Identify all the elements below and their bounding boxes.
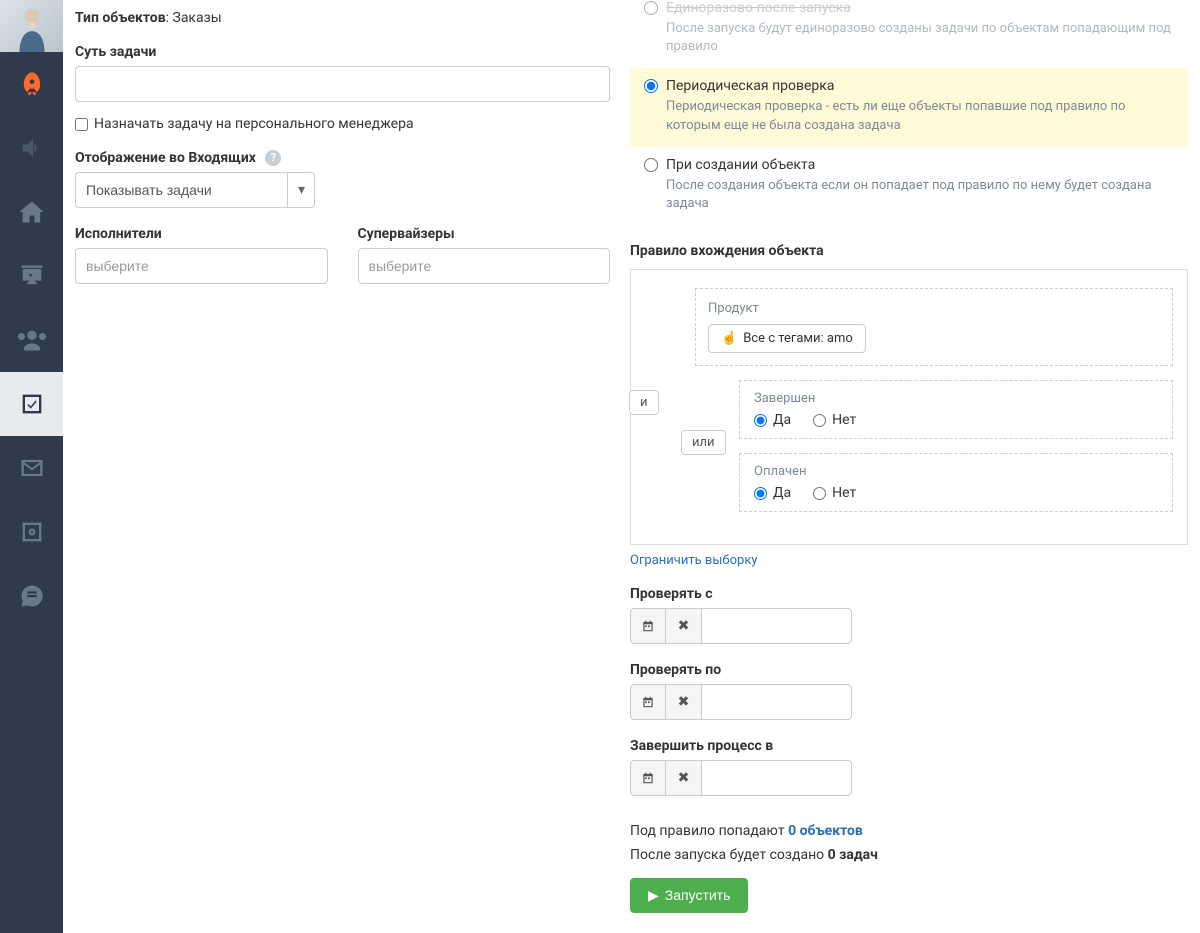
rule-product-block: Продукт ☝ Все с тегами: amo	[695, 288, 1173, 366]
supervisors-label: Супервайзеры	[358, 226, 611, 242]
objects-count-link[interactable]: 0 объектов	[788, 823, 863, 839]
rule-completed-block: Завершен Да Нет	[739, 380, 1173, 439]
option-oncreate[interactable]: При создании объекта После создания объе…	[630, 147, 1188, 225]
option-once[interactable]: Единоразово после запуска После запуска …	[630, 0, 1188, 68]
connector-or[interactable]: или	[681, 430, 726, 455]
assign-personal-checkbox[interactable]	[75, 118, 88, 131]
assign-personal-label: Назначать задачу на персонального менедж…	[94, 116, 414, 132]
nav-mail[interactable]	[0, 436, 63, 500]
essence-label: Суть задачи	[75, 44, 610, 60]
home-icon	[18, 198, 46, 226]
check-from-input[interactable]	[702, 608, 852, 644]
rocket-icon	[18, 70, 46, 98]
hand-cursor-icon: ☝	[721, 331, 737, 346]
rule-heading: Правило вхождения объекта	[630, 243, 1188, 259]
product-label: Продукт	[708, 301, 1160, 316]
calendar-icon[interactable]	[630, 760, 666, 796]
inbox-display-select[interactable]	[75, 172, 315, 208]
essence-input[interactable]	[75, 66, 610, 102]
chat-icon	[18, 582, 46, 610]
clear-date-icon[interactable]: ✖	[666, 608, 702, 644]
check-to-input[interactable]	[702, 684, 852, 720]
completed-label: Завершен	[754, 391, 1158, 406]
completed-no[interactable]: Нет	[813, 412, 856, 428]
check-from-row: ✖	[630, 608, 1188, 644]
clear-date-icon[interactable]: ✖	[666, 684, 702, 720]
nav-tasks[interactable]	[0, 372, 63, 436]
avatar[interactable]	[0, 0, 63, 52]
right-column: Единоразово после запуска После запуска …	[630, 0, 1188, 913]
completed-yes[interactable]: Да	[754, 412, 791, 428]
object-type-label: Тип объектов	[75, 10, 166, 26]
executors-label: Исполнители	[75, 226, 328, 242]
paid-label: Оплачен	[754, 464, 1158, 479]
help-icon[interactable]: ?	[265, 150, 281, 166]
nav-chat[interactable]	[0, 564, 63, 628]
check-to-label: Проверять по	[630, 662, 1188, 678]
finish-input[interactable]	[702, 760, 852, 796]
nav-safe[interactable]	[0, 500, 63, 564]
limit-selection-link[interactable]: Ограничить выборку	[630, 553, 758, 568]
safe-icon	[18, 518, 46, 546]
executors-input[interactable]	[75, 248, 328, 284]
check-to-row: ✖	[630, 684, 1188, 720]
inbox-display-label: Отображение во Входящих ?	[75, 150, 610, 166]
radio-once[interactable]	[644, 1, 658, 15]
mail-icon	[18, 454, 46, 482]
object-type-value: Заказы	[173, 10, 222, 26]
radio-periodic[interactable]	[644, 79, 658, 93]
play-icon: ▶	[648, 887, 659, 904]
finish-label: Завершить процесс в	[630, 738, 1188, 754]
paid-no[interactable]: Нет	[813, 485, 856, 501]
tasks-count: 0 задач	[828, 847, 878, 863]
connector-and[interactable]: и	[629, 390, 659, 415]
volume-icon	[18, 134, 46, 162]
option-periodic[interactable]: Периодическая проверка Периодическая про…	[630, 68, 1188, 146]
calendar-icon[interactable]	[630, 684, 666, 720]
summary: Под правило попадают 0 объектов После за…	[630, 820, 1188, 868]
check-from-label: Проверять с	[630, 586, 1188, 602]
clear-date-icon[interactable]: ✖	[666, 760, 702, 796]
finish-row: ✖	[630, 760, 1188, 796]
nav-presentation[interactable]	[0, 244, 63, 308]
users-icon	[18, 326, 46, 354]
rule-paid-block: Оплачен Да Нет	[739, 453, 1173, 512]
supervisors-input[interactable]	[358, 248, 611, 284]
product-tag-button[interactable]: ☝ Все с тегами: amo	[708, 324, 866, 353]
nav-users[interactable]	[0, 308, 63, 372]
radio-oncreate[interactable]	[644, 158, 658, 172]
checkbox-icon	[18, 390, 46, 418]
sidebar	[0, 0, 63, 933]
run-button[interactable]: ▶ Запустить	[630, 878, 748, 913]
calendar-icon[interactable]	[630, 608, 666, 644]
nav-sound[interactable]	[0, 116, 63, 180]
nav-home[interactable]	[0, 180, 63, 244]
nav-rocket[interactable]	[0, 52, 63, 116]
left-column: Тип объектов: Заказы Суть задачи Назнача…	[75, 0, 630, 913]
presentation-icon	[18, 262, 46, 290]
rule-builder: и или Продукт ☝ Все с тегами: amo Заверш…	[630, 269, 1188, 545]
paid-yes[interactable]: Да	[754, 485, 791, 501]
